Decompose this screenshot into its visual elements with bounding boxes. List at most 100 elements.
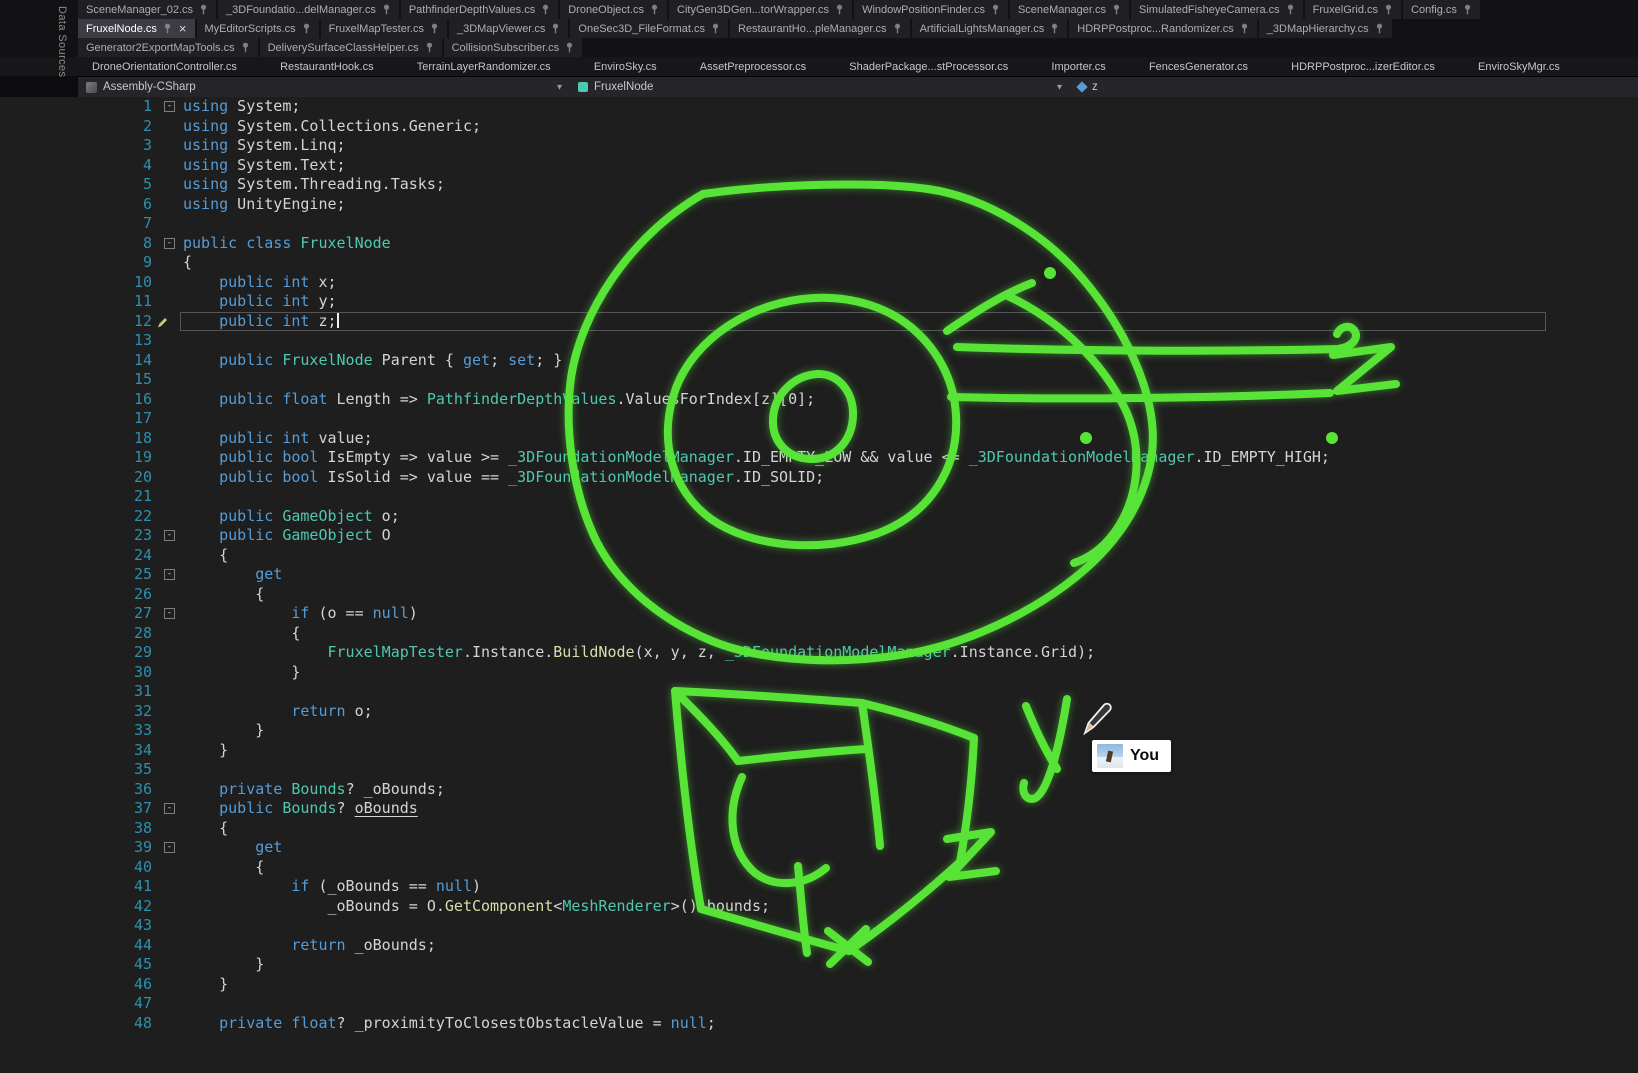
code-line-30[interactable]: 30 } [0,663,1638,683]
code-line-42[interactable]: 42 _oBounds = O.GetComponent<MeshRendere… [0,897,1638,917]
code-text[interactable]: using UnityEngine; [183,195,1638,215]
code-line-46[interactable]: 46 } [0,975,1638,995]
code-text[interactable]: { [183,546,1638,566]
tab-deliverysurfaceclasshelper-cs[interactable]: DeliverySurfaceClassHelper.cs [260,38,442,57]
pin-icon[interactable] [241,42,250,53]
code-text[interactable]: if (o == null) [183,604,1638,624]
pin-icon[interactable] [163,23,172,34]
code-text[interactable]: public FruxelNode Parent { get; set; } [183,351,1638,371]
tab-fruxelnode-cs[interactable]: FruxelNode.cs× [78,19,195,38]
code-line-24[interactable]: 24 { [0,546,1638,566]
code-line-12[interactable]: 12 public int z; [0,312,1638,332]
pin-icon[interactable] [991,4,1000,15]
pin-icon[interactable] [1384,4,1393,15]
code-text[interactable]: public bool IsEmpty => value >= _3DFound… [183,448,1638,468]
code-text[interactable]: public class FruxelNode [183,234,1638,254]
tab-importer-cs[interactable]: Importer.cs [1043,57,1113,76]
tab-artificiallightsmanager-cs[interactable]: ArtificialLightsManager.cs [912,19,1068,38]
tab-restauranthook-cs[interactable]: RestaurantHook.cs [272,57,382,76]
code-line-45[interactable]: 45 } [0,955,1638,975]
code-line-35[interactable]: 35 [0,760,1638,780]
code-line-47[interactable]: 47 [0,994,1638,1014]
code-text[interactable]: private float? _proximityToClosestObstac… [183,1014,1638,1034]
code-line-23[interactable]: 23- public GameObject O [0,526,1638,546]
fold-collapse-icon[interactable]: - [164,101,175,112]
pin-icon[interactable] [835,4,844,15]
tab-envirosky-cs[interactable]: EnviroSky.cs [586,57,665,76]
code-line-26[interactable]: 26 { [0,585,1638,605]
tab-droneorientationcontroller-cs[interactable]: DroneOrientationController.cs [84,57,245,76]
tab-shaderpackage-stprocessor-cs[interactable]: ShaderPackage...stProcessor.cs [841,57,1016,76]
code-text[interactable]: public int value; [183,429,1638,449]
code-line-31[interactable]: 31 [0,682,1638,702]
code-text[interactable]: get [183,838,1638,858]
code-line-3[interactable]: 3using System.Linq; [0,136,1638,156]
tab-hdrppostproc-izereditor-cs[interactable]: HDRPPostproc...izerEditor.cs [1283,57,1443,76]
code-line-29[interactable]: 29 FruxelMapTester.Instance.BuildNode(x,… [0,643,1638,663]
code-text[interactable]: public float Length => PathfinderDepthVa… [183,390,1638,410]
code-text[interactable]: return o; [183,702,1638,722]
code-text[interactable]: public int x; [183,273,1638,293]
pin-icon[interactable] [425,42,434,53]
tab-restaurantho-plemanager-cs[interactable]: RestaurantHo...pleManager.cs [730,19,910,38]
code-line-25[interactable]: 25- get [0,565,1638,585]
code-line-5[interactable]: 5using System.Threading.Tasks; [0,175,1638,195]
code-line-44[interactable]: 44 return _oBounds; [0,936,1638,956]
code-line-34[interactable]: 34 } [0,741,1638,761]
code-text[interactable]: { [183,819,1638,839]
tab--3dmaphierarchy-cs[interactable]: _3DMapHierarchy.cs [1259,19,1392,38]
code-text[interactable]: { [183,253,1638,273]
pin-icon[interactable] [1112,4,1121,15]
tab-fruxelgrid-cs[interactable]: FruxelGrid.cs [1305,0,1401,19]
pin-icon[interactable] [650,4,659,15]
pin-icon[interactable] [551,23,560,34]
tab-fencesgenerator-cs[interactable]: FencesGenerator.cs [1141,57,1256,76]
pin-icon[interactable] [1240,23,1249,34]
tab-windowpositionfinder-cs[interactable]: WindowPositionFinder.cs [854,0,1008,19]
code-line-32[interactable]: 32 return o; [0,702,1638,722]
code-text[interactable]: { [183,624,1638,644]
code-line-27[interactable]: 27- if (o == null) [0,604,1638,624]
code-text[interactable]: using System.Collections.Generic; [183,117,1638,137]
pin-icon[interactable] [541,4,550,15]
pin-icon[interactable] [893,23,902,34]
pin-icon[interactable] [1050,23,1059,34]
code-text[interactable]: } [183,741,1638,761]
code-line-39[interactable]: 39- get [0,838,1638,858]
pin-icon[interactable] [1463,4,1472,15]
code-text[interactable]: using System; [183,97,1638,117]
tab--3dmapviewer-cs[interactable]: _3DMapViewer.cs [449,19,568,38]
code-line-33[interactable]: 33 } [0,721,1638,741]
member-dropdown[interactable]: z [1070,77,1638,97]
tab-hdrppostproc-randomizer-cs[interactable]: HDRPPostproc...Randomizer.cs [1069,19,1257,38]
pin-icon[interactable] [382,4,391,15]
code-text[interactable] [183,487,1638,507]
fold-collapse-icon[interactable]: - [164,803,175,814]
code-line-36[interactable]: 36 private Bounds? _oBounds; [0,780,1638,800]
code-line-18[interactable]: 18 public int value; [0,429,1638,449]
code-text[interactable] [183,331,1638,351]
code-text[interactable]: FruxelMapTester.Instance.BuildNode(x, y,… [183,643,1638,663]
type-dropdown[interactable]: FruxelNode ▾ [570,77,1070,97]
code-text[interactable] [183,916,1638,936]
fold-collapse-icon[interactable]: - [164,238,175,249]
tab--3dfoundatio-delmanager-cs[interactable]: _3DFoundatio...delManager.cs [218,0,399,19]
code-line-14[interactable]: 14 public FruxelNode Parent { get; set; … [0,351,1638,371]
code-text[interactable]: public bool IsSolid => value == _3DFound… [183,468,1638,488]
code-text[interactable]: } [183,975,1638,995]
code-text[interactable]: { [183,858,1638,878]
tab-generator2exportmaptools-cs[interactable]: Generator2ExportMapTools.cs [78,38,258,57]
pin-icon[interactable] [1375,23,1384,34]
fold-collapse-icon[interactable]: - [164,608,175,619]
code-line-48[interactable]: 48 private float? _proximityToClosestObs… [0,1014,1638,1034]
code-text[interactable]: public int y; [183,292,1638,312]
code-line-28[interactable]: 28 { [0,624,1638,644]
pin-icon[interactable] [711,23,720,34]
tab-citygen3dgen-torwrapper-cs[interactable]: CityGen3DGen...torWrapper.cs [669,0,852,19]
code-line-17[interactable]: 17 [0,409,1638,429]
code-text[interactable]: } [183,955,1638,975]
code-text[interactable]: using System.Threading.Tasks; [183,175,1638,195]
code-text[interactable]: public GameObject O [183,526,1638,546]
tab-scenemanager-cs[interactable]: SceneManager.cs [1010,0,1129,19]
code-line-10[interactable]: 10 public int x; [0,273,1638,293]
